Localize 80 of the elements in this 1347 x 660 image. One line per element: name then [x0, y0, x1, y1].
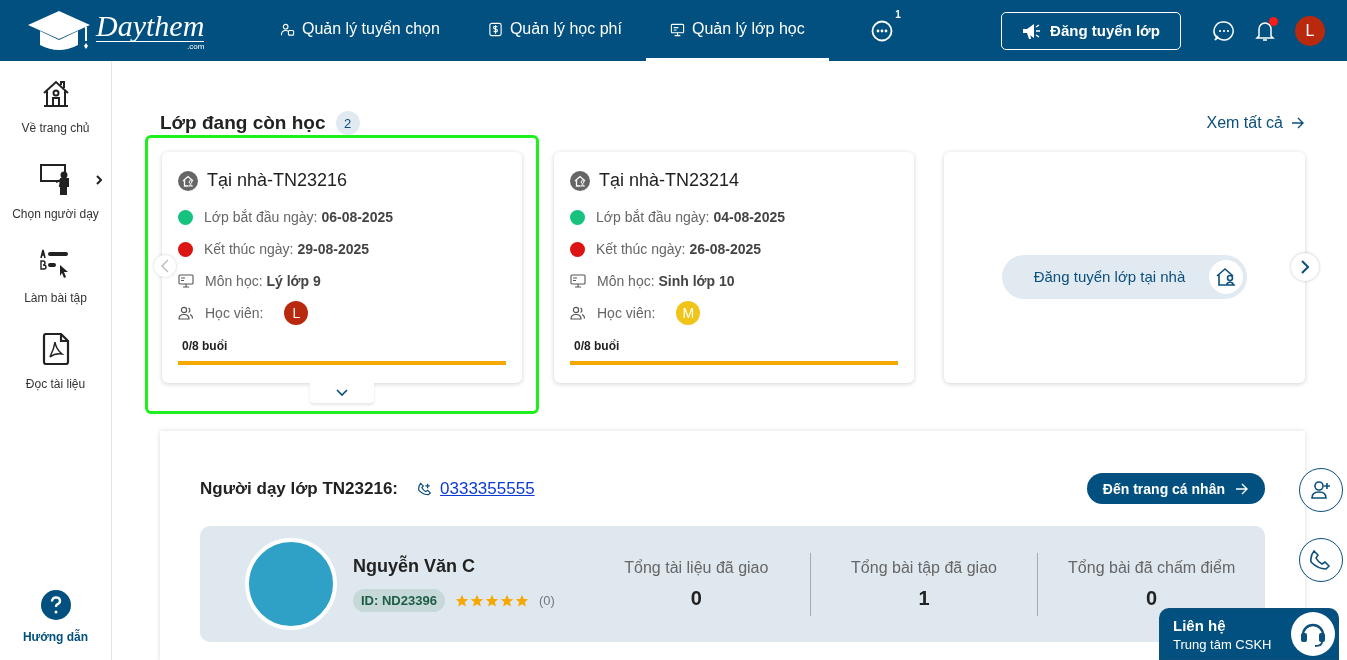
section-title: Lớp đang còn học: [160, 112, 326, 134]
graduation-cap-icon: [26, 8, 92, 53]
stat-value: 0: [1146, 586, 1158, 610]
logo-wordmark: Daythem: [96, 10, 205, 42]
phone-link[interactable]: 0333355555: [440, 478, 535, 499]
start-status-icon: [178, 209, 193, 225]
add-user-icon: [1310, 479, 1332, 501]
class-title: Tại nhà-TN23214: [599, 170, 740, 191]
stat-label: Tổng bài đã chấm điểm: [1068, 558, 1236, 577]
sessions-count: 0/8 buổi: [182, 339, 229, 353]
sidebar-item[interactable]: Về trang chủ: [0, 79, 112, 135]
subject: Môn học: Sinh lớp 10: [597, 273, 735, 289]
students-icon: [570, 306, 586, 320]
expand-button[interactable]: [310, 383, 374, 403]
monitor-icon: [669, 21, 685, 37]
class-title: Tại nhà-TN23216: [207, 170, 348, 191]
people-icon: [280, 21, 295, 37]
class-card[interactable]: Tại nhà-TN23214 Lớp bắt đầu ngày: 04-08-2025 Kết thúc ngày: 26-08-2025 Môn học: Sinh lớp 10 Học viên: M 0/8 buổi: [554, 152, 914, 383]
teacher-name: Nguyễn Văn C: [353, 556, 477, 577]
house-badge-icon: [178, 170, 198, 191]
sidebar-item[interactable]: Làm bài tập: [0, 249, 112, 305]
nav-tab[interactable]: Quản lý học phí: [463, 0, 646, 61]
house-badge-icon: [570, 170, 590, 191]
monitor-icon: [570, 274, 586, 288]
phone-icon: [1310, 549, 1332, 571]
post-home-class-button[interactable]: Đăng tuyển lớp tại nhà: [1001, 254, 1248, 299]
stat-label: Tổng bài tập đã giao: [851, 558, 997, 577]
logo-suffix: .com: [186, 42, 205, 51]
dollar-icon: [487, 21, 503, 37]
chat-icon[interactable]: [1213, 19, 1235, 42]
sidebar-item[interactable]: Chọn người dạy: [0, 163, 112, 221]
post-class-button[interactable]: Đăng tuyển lớp: [1001, 11, 1181, 50]
subject: Môn học: Lý lớp 9: [205, 273, 321, 289]
more-count: 1: [895, 8, 901, 20]
pdf-file-icon: [41, 333, 70, 365]
more-options-icon[interactable]: [870, 19, 893, 42]
profile-button[interactable]: Đến trang cá nhân: [1086, 473, 1265, 504]
nav-tab[interactable]: Quản lý tuyển chọn: [266, 0, 464, 61]
sidebar-label: Làm bài tập: [24, 291, 87, 305]
sidebar-label: Chọn người dạy: [12, 207, 99, 221]
contact-support-button[interactable]: Liên hệ Trung tâm CSKH: [1159, 608, 1339, 660]
sessions-count: 0/8 buổi: [574, 339, 621, 353]
review-count: (0): [538, 593, 555, 608]
sidebar-label: Về trang chủ: [21, 121, 90, 135]
end-status-icon: [178, 241, 193, 257]
help-link[interactable]: Hướng dẫn: [22, 590, 89, 644]
sidebar-label: Đọc tài liệu: [25, 377, 86, 391]
class-card[interactable]: Tại nhà-TN23216 Lớp bắt đầu ngày: 06-08-2025 Kết thúc ngày: 29-08-2025 Môn học: Lý lớp 9 Học viên: L 0/8 buổi: [162, 152, 522, 383]
students-label: Học viên:: [597, 305, 656, 321]
teacher-id-tag: ID: ND23396: [353, 589, 445, 612]
chevron-right-icon: [1301, 260, 1309, 274]
student-avatar[interactable]: L: [284, 301, 309, 325]
students-icon: [178, 306, 194, 320]
arrow-right-icon: [1291, 117, 1305, 129]
start-status-icon: [570, 209, 585, 225]
arrow-right-icon: [1235, 482, 1249, 495]
notification-bell-icon[interactable]: [1255, 19, 1275, 42]
view-all-link[interactable]: Xem tất cả: [1206, 114, 1305, 132]
end-date: Kết thúc ngày: 26-08-2025: [596, 241, 762, 257]
start-date: Lớp bắt đầu ngày: 04-08-2025: [596, 209, 785, 225]
help-icon: [40, 590, 71, 620]
students-label: Học viên:: [205, 305, 264, 321]
user-avatar[interactable]: L: [1295, 15, 1325, 46]
start-date: Lớp bắt đầu ngày: 06-08-2025: [204, 209, 393, 225]
carousel-next-button[interactable]: [1291, 253, 1319, 281]
end-date: Kết thúc ngày: 29-08-2025: [204, 241, 370, 257]
stat-label: Tổng tài liệu đã giao: [624, 558, 769, 577]
house-person-icon: [1215, 265, 1238, 288]
chevron-down-icon: [336, 389, 348, 397]
megaphone-icon: [1022, 21, 1043, 40]
count-badge: 2: [335, 111, 360, 135]
stat-value: 0: [690, 586, 702, 610]
teacher-heading: Người dạy lớp TN23216:: [200, 478, 399, 499]
chevron-left-icon: [161, 259, 169, 273]
sidebar-item[interactable]: Đọc tài liệu: [0, 333, 112, 391]
phone-icon: [418, 481, 433, 496]
help-label: Hướng dẫn: [22, 630, 89, 644]
stat-value: 1: [918, 586, 930, 610]
monitor-icon: [178, 274, 194, 288]
end-status-icon: [570, 241, 585, 257]
